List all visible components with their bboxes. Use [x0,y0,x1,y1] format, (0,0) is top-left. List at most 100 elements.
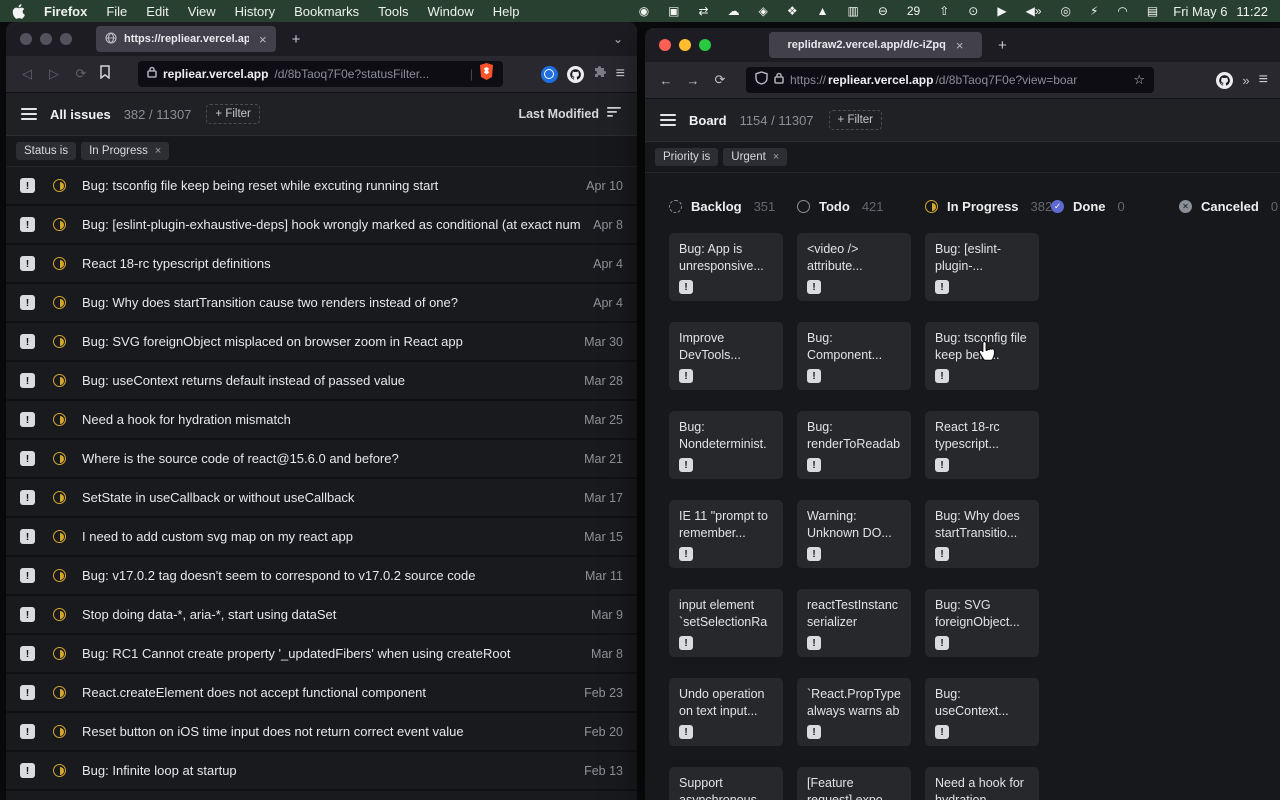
forward-button[interactable]: ▷ [45,66,63,82]
issue-row[interactable]: Bug: [eslint-plugin-exhaustive-deps] hoo… [6,206,637,245]
github-extension-icon[interactable] [567,66,584,83]
close-window-button[interactable] [659,39,671,51]
menubar-menu-item[interactable]: Tools [378,4,408,19]
menubar-menu-item[interactable]: Bookmarks [294,4,359,19]
tracking-shield-icon[interactable] [755,71,768,90]
kanban-card[interactable]: [Feature request] expo... [797,767,911,800]
menubar-menu-item[interactable]: Help [493,4,520,19]
status-in-progress-icon[interactable] [53,491,66,504]
status-in-progress-icon[interactable] [53,452,66,465]
status-in-progress-icon[interactable] [53,218,66,231]
camera-icon[interactable]: ▣ [668,0,679,22]
kanban-card[interactable]: Bug: useContext... [925,678,1039,746]
new-tab-button[interactable]: + [998,37,1007,54]
kanban-card[interactable]: Bug: Nondeterminist. [669,411,783,479]
kanban-card[interactable]: Need a hook for hydration... [925,767,1039,800]
url-bar[interactable]: repliear.vercel.app /d/8bTaoq7F0e?status… [138,61,503,87]
upload-icon[interactable]: ⇧ [939,0,949,22]
zoom-window-button[interactable] [699,39,711,51]
dropbox-icon[interactable]: ❖ [787,0,798,22]
menubar-app-name[interactable]: Firefox [44,4,87,19]
status-in-progress-icon[interactable] [53,764,66,777]
volume-icon[interactable]: ◀» [1026,0,1042,22]
issue-row[interactable]: Bug: Why does startTransition cause two … [6,284,637,323]
menubar-menu-item[interactable]: File [106,4,127,19]
overflow-chevrons-icon[interactable]: » [1242,73,1249,88]
remove-filter-icon[interactable]: × [155,145,161,157]
menubar-menu-item[interactable]: Edit [146,4,168,19]
kanban-card[interactable]: reactTestInstanc serializer [797,589,911,657]
issue-row[interactable]: Bug: tsconfig file keep being reset whil… [6,167,637,206]
issue-row[interactable]: SetState in useCallback or without useCa… [6,479,637,518]
status-in-progress-icon[interactable] [53,647,66,660]
filter-value-chip[interactable]: Urgent × [723,148,787,166]
sync-arrows-icon[interactable]: ⇄ [699,0,709,22]
filter-field-chip[interactable]: Status is [16,142,76,160]
issue-row[interactable]: Reset button on iOS time input does not … [6,713,637,752]
kanban-card[interactable]: Bug: tsconfig file keep bein... [925,322,1039,390]
back-button[interactable]: ◁ [18,66,36,82]
wifi-icon[interactable]: ◠ [1117,0,1127,22]
issue-row[interactable]: Where is the source code of react@15.6.0… [6,440,637,479]
bell-icon[interactable]: ◎ [1061,0,1071,22]
status-in-progress-icon[interactable] [53,413,66,426]
battery-icon[interactable]: ⚡ [1090,0,1098,22]
issue-row[interactable]: [DevTools Bug] Unsupported Bridge operat… [6,791,637,800]
brave-shield-icon[interactable] [479,63,494,85]
kanban-card[interactable]: Bug: Why does startTransitio... [925,500,1039,568]
issue-row[interactable]: Bug: useContext returns default instead … [6,362,637,401]
calendar-icon[interactable]: 29 [907,0,920,22]
kanban-card[interactable]: Bug: Component... [797,322,911,390]
filter-field-chip[interactable]: Priority is [655,148,718,166]
menubar-menu-item[interactable]: View [188,4,216,19]
filter-value-chip[interactable]: In Progress × [81,142,169,160]
status-in-progress-icon[interactable] [53,296,66,309]
minimize-window-button[interactable] [679,39,691,51]
screen-record-icon[interactable]: ◉ [639,0,649,22]
sidebar-hamburger-icon[interactable] [21,108,37,120]
kanban-card[interactable]: Improve DevTools... [669,322,783,390]
status-in-progress-icon[interactable] [53,725,66,738]
brave-menubar-icon[interactable]: ▲ [817,0,829,22]
menubar-menu-item[interactable]: Window [428,4,474,19]
sidebar-hamburger-icon[interactable] [660,114,676,126]
forward-button[interactable]: → [684,73,702,88]
menubar-clock[interactable]: Fri May 6 11:22 [1173,4,1268,19]
issue-row[interactable]: React.createElement does not accept func… [6,674,637,713]
status-in-progress-icon[interactable] [53,530,66,543]
status-in-progress-icon[interactable] [53,374,66,387]
close-tab-icon[interactable]: × [956,38,964,53]
app-menu-icon[interactable]: ≡ [1259,71,1268,89]
close-tab-icon[interactable]: × [259,32,267,47]
docker-icon[interactable]: ◈ [759,0,768,22]
kanban-card[interactable]: Support asynchronous... [669,767,783,800]
onepassword-extension-icon[interactable] [541,66,558,83]
issue-row[interactable]: Stop doing data-*, aria-*, start using d… [6,596,637,635]
menubar-menu-item[interactable]: History [235,4,275,19]
status-in-progress-icon[interactable] [53,569,66,582]
add-filter-button[interactable]: + Filter [829,110,882,130]
kanban-card[interactable]: Warning: Unknown DO... [797,500,911,568]
list-tabs-chevron-icon[interactable]: ⌄ [613,32,623,46]
sort-icon[interactable] [607,105,622,123]
zoom-window-button[interactable] [60,33,72,45]
browser-tab[interactable]: replidraw2.vercel.app/d/c-iZpq × [769,32,982,58]
kanban-card[interactable]: IE 11 "prompt to remember... [669,500,783,568]
kanban-card[interactable]: Bug: App is unresponsive... [669,233,783,301]
minimize-window-button[interactable] [40,33,52,45]
add-filter-button[interactable]: + Filter [206,104,259,124]
url-bar[interactable]: https:// repliear.vercel.app /d/8bTaoq7F… [746,67,1154,93]
bookmark-icon[interactable] [99,65,111,84]
extensions-puzzle-icon[interactable] [593,65,607,84]
kanban-card[interactable]: <video /> attribute... [797,233,911,301]
widgets-icon[interactable]: ▥ [847,0,858,22]
issue-row[interactable]: Need a hook for hydration mismatch Mar 2… [6,401,637,440]
do-not-disturb-icon[interactable]: ⊖ [878,0,888,22]
issue-row[interactable]: Bug: SVG foreignObject misplaced on brow… [6,323,637,362]
issue-row[interactable]: Bug: v17.0.2 tag doesn't seem to corresp… [6,557,637,596]
status-in-progress-icon[interactable] [53,335,66,348]
play-icon[interactable]: ▶ [997,0,1006,22]
sort-order-label[interactable]: Last Modified [518,107,599,121]
power-icon[interactable]: ⊙ [968,0,978,22]
status-in-progress-icon[interactable] [53,608,66,621]
